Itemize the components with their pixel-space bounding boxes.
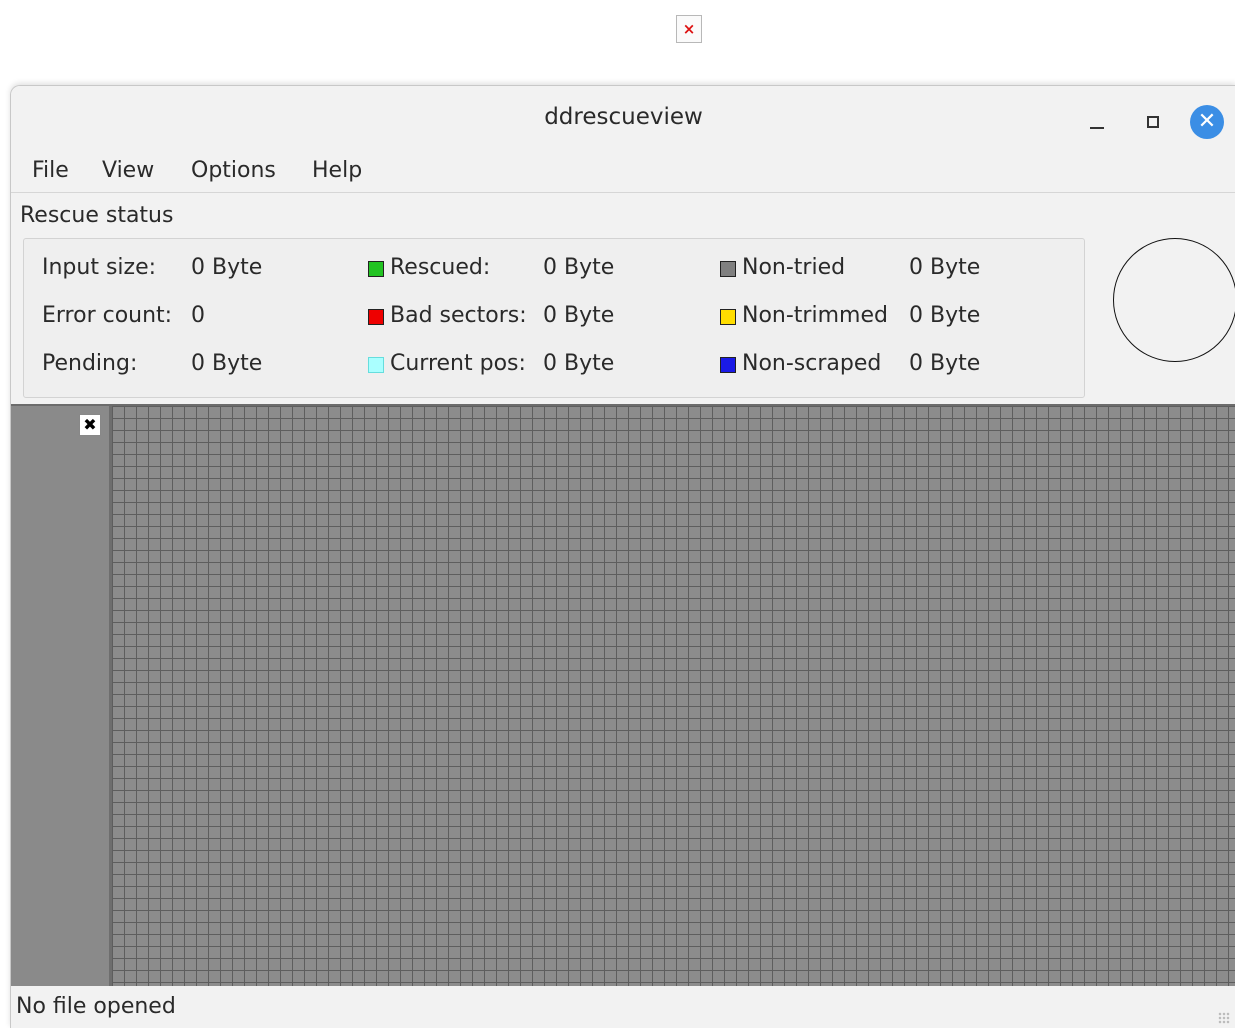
non-tried-label: Non-tried bbox=[742, 255, 846, 280]
status-text: No file opened bbox=[16, 994, 176, 1019]
title-bar[interactable]: ddrescueview ✕ bbox=[11, 86, 1235, 154]
window-title: ddrescueview bbox=[544, 104, 703, 130]
bad-sectors-label: Bad sectors: bbox=[390, 303, 527, 328]
error-count-value: 0 bbox=[191, 303, 205, 328]
menu-help[interactable]: Help bbox=[312, 158, 362, 183]
error-count-label: Error count: bbox=[42, 303, 173, 328]
maximize-icon bbox=[1147, 116, 1159, 128]
bad-sectors-swatch bbox=[368, 309, 384, 325]
input-size-value: 0 Byte bbox=[191, 255, 263, 280]
non-tried-swatch bbox=[720, 261, 736, 277]
non-scraped-label: Non-scraped bbox=[742, 351, 882, 376]
bad-sectors-value: 0 Byte bbox=[543, 303, 615, 328]
rescue-status-panel: Input size: 0 Byte Error count: 0 Pendin… bbox=[23, 238, 1085, 398]
broken-image-icon: × bbox=[676, 15, 702, 43]
current-pos-label: Current pos: bbox=[390, 351, 526, 376]
menu-options[interactable]: Options bbox=[191, 158, 276, 183]
rescued-value: 0 Byte bbox=[543, 255, 615, 280]
current-pos-swatch bbox=[368, 357, 384, 373]
menu-file[interactable]: File bbox=[32, 158, 69, 183]
rescue-status-label: Rescue status bbox=[20, 203, 174, 228]
progress-circle bbox=[1113, 238, 1235, 362]
non-trimmed-swatch bbox=[720, 309, 736, 325]
broken-image-icon: ✖ bbox=[79, 414, 101, 436]
non-scraped-swatch bbox=[720, 357, 736, 373]
menu-bar: File View Options Help bbox=[11, 154, 1235, 193]
block-map[interactable]: ✖ bbox=[11, 404, 1235, 986]
current-pos-value: 0 Byte bbox=[543, 351, 615, 376]
pending-value: 0 Byte bbox=[191, 351, 263, 376]
rescued-label: Rescued: bbox=[390, 255, 491, 280]
maximize-button[interactable] bbox=[1135, 104, 1171, 140]
pending-label: Pending: bbox=[42, 351, 138, 376]
status-bar: No file opened bbox=[11, 986, 1235, 1028]
resize-grip-icon[interactable] bbox=[1218, 1012, 1230, 1024]
rescued-swatch bbox=[368, 261, 384, 277]
non-tried-value: 0 Byte bbox=[909, 255, 981, 280]
close-button[interactable]: ✕ bbox=[1189, 104, 1225, 140]
menu-view[interactable]: View bbox=[102, 158, 154, 183]
minimize-button[interactable] bbox=[1079, 104, 1115, 140]
non-scraped-value: 0 Byte bbox=[909, 351, 981, 376]
app-window: ddrescueview ✕ File View Options Help Re… bbox=[10, 85, 1235, 1028]
close-icon: ✕ bbox=[1190, 105, 1224, 139]
minimize-icon bbox=[1090, 127, 1104, 129]
block-map-sidebar: ✖ bbox=[11, 406, 112, 986]
non-trimmed-label: Non-trimmed bbox=[742, 303, 888, 328]
block-grid[interactable] bbox=[112, 406, 1235, 986]
input-size-label: Input size: bbox=[42, 255, 157, 280]
non-trimmed-value: 0 Byte bbox=[909, 303, 981, 328]
